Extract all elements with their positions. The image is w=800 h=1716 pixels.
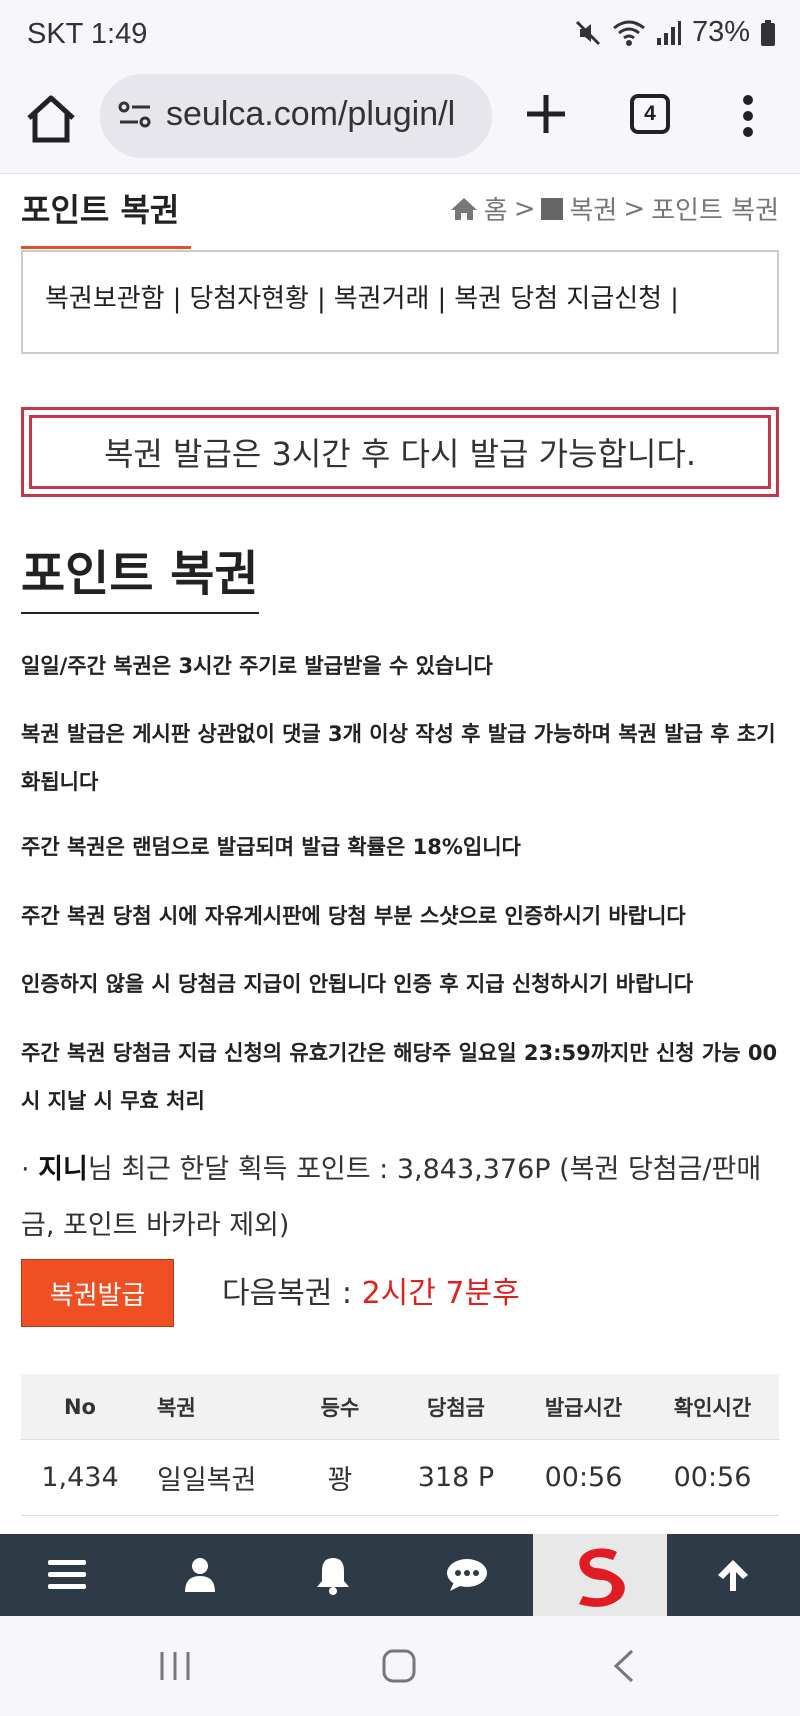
menu-button[interactable] (0, 1534, 133, 1616)
home-nav-icon[interactable] (381, 1648, 417, 1684)
url-bar[interactable]: seulca.com/plugin/l (100, 74, 492, 158)
next-lottery: 다음복권 : 2시간 7분후 (222, 1268, 520, 1312)
wifi-icon (613, 20, 645, 46)
next-lottery-time: 2시간 7분후 (361, 1276, 520, 1311)
title-underline (21, 246, 191, 249)
rule-text: 주간 복권 당첨 시에 자유게시판에 당첨 부분 스샷으로 인증하시기 바랍니다 (21, 904, 686, 928)
table-cell: 318 P (417, 1462, 495, 1493)
table-cell: 00:56 (544, 1462, 623, 1493)
url-text[interactable]: seulca.com/plugin/l (166, 95, 455, 134)
status-time: SKT 1:49 (27, 18, 148, 50)
rule-text: 일일/주간 복권은 3시간 주기로 발급받을 수 있습니다 (21, 654, 493, 678)
breadcrumb-section[interactable]: 복권 (569, 190, 617, 227)
bell-icon (317, 1558, 350, 1595)
column-header: 당첨금 (427, 1395, 485, 1420)
user-icon (184, 1558, 215, 1592)
column-header: No (63, 1394, 96, 1419)
menu-separator: | (670, 284, 679, 314)
more-options-icon[interactable] (736, 94, 760, 138)
page-title: 포인트 복권 (21, 191, 180, 229)
menu-link-winners[interactable]: 당첨자현황 (189, 284, 309, 314)
table-row: 1,434 일일복권 꽝 318 P 00:56 00:56 (21, 1440, 779, 1516)
back-icon[interactable] (610, 1648, 638, 1684)
android-nav-bar (0, 1616, 800, 1716)
battery-icon (761, 19, 775, 46)
menu-link-trade[interactable]: 복권거래 (334, 284, 430, 314)
table-cell: 일일복권 (157, 1465, 257, 1496)
monthly-points: · 지니님 최근 한달 획득 포인트 : 3,843,376P (복권 당첨금/… (21, 1142, 781, 1254)
site-bottom-nav (0, 1534, 800, 1616)
column-header: 확인시간 (673, 1395, 752, 1420)
bullet: · (21, 1154, 30, 1185)
site-logo (578, 1548, 625, 1607)
user-button[interactable] (133, 1534, 266, 1616)
points-text: 님 최근 한달 획득 포인트 : 3,843,376P (복권 당첨금/판매금,… (21, 1154, 762, 1241)
notice-box: 복권 발급은 3시간 후 다시 발급 가능합니다. (21, 407, 779, 497)
user-name: 지니 (38, 1154, 88, 1185)
breadcrumb-separator: > (513, 193, 536, 224)
column-header: 등수 (320, 1395, 360, 1420)
home-small-icon (450, 197, 477, 220)
browser-toolbar: seulca.com/plugin/l 4 (0, 70, 800, 174)
column-header: 발급시간 (544, 1395, 623, 1420)
menu-separator: | (437, 284, 447, 314)
issue-lottery-button[interactable]: 복권발급 (21, 1259, 174, 1327)
breadcrumb: 홈 > 복권 > 포인트 복권 (450, 190, 779, 227)
lottery-menu: 복권보관함 | 당첨자현황 | 복권거래 | 복권 당첨 지급신청 | (21, 250, 779, 354)
rule-text: 인증하지 않을 시 당첨금 지급이 안됩니다 인증 후 지급 신청하시기 바랍니… (21, 972, 694, 996)
notification-button[interactable] (267, 1534, 400, 1616)
site-logo-button[interactable] (533, 1534, 667, 1616)
breadcrumb-separator: > (623, 193, 646, 224)
menu-separator: | (316, 284, 326, 314)
table-cell: 00:56 (673, 1462, 752, 1493)
status-bar: SKT 1:49 73% (0, 0, 800, 70)
table-header: No 복권 등수 당첨금 발급시간 확인시간 (21, 1374, 779, 1440)
breadcrumb-current: 포인트 복권 (651, 196, 779, 226)
menu-icon (47, 1560, 86, 1589)
home-icon[interactable] (24, 92, 78, 146)
table-cell: 꽝 (327, 1465, 353, 1496)
scroll-top-button[interactable] (667, 1534, 800, 1616)
battery-percent: 73% (691, 16, 750, 48)
breadcrumb-home[interactable]: 홈 (484, 190, 508, 227)
tab-switcher-button[interactable]: 4 (630, 94, 670, 134)
section-title: 포인트 복권 (21, 534, 259, 614)
table-cell: 1,434 (41, 1462, 119, 1493)
status-icons: 73% (574, 16, 776, 49)
rule-text: 주간 복권 당첨금 지급 신청의 유효기간은 해당주 일요일 23:59까지만 … (21, 1041, 778, 1113)
mute-icon (575, 20, 601, 45)
chat-button[interactable] (400, 1534, 533, 1616)
signal-icon (656, 20, 681, 45)
lottery-table: No 복권 등수 당첨금 발급시간 확인시간 1,434 일일복권 꽝 318 … (21, 1374, 779, 1516)
rule-text: 복권 발급은 게시판 상관없이 댓글 3개 이상 작성 후 발급 가능하며 복권… (21, 722, 776, 794)
column-header: 복권 (157, 1395, 196, 1420)
menu-link-payout-request[interactable]: 복권 당첨 지급신청 (454, 284, 662, 314)
menu-link-storage[interactable]: 복권보관함 (45, 284, 165, 314)
recent-apps-icon[interactable] (158, 1650, 192, 1682)
notice-text: 복권 발급은 3시간 후 다시 발급 가능합니다. (29, 415, 771, 489)
arrow-up-icon (718, 1560, 749, 1591)
next-lottery-label: 다음복권 : (222, 1276, 362, 1311)
site-settings-icon[interactable] (118, 100, 152, 130)
chat-icon (446, 1559, 487, 1591)
new-tab-icon[interactable] (521, 89, 571, 139)
menu-separator: | (172, 284, 182, 314)
square-icon (541, 197, 564, 220)
rule-text: 주간 복권은 랜덤으로 발급되며 발급 확률은 18%입니다 (21, 835, 521, 859)
